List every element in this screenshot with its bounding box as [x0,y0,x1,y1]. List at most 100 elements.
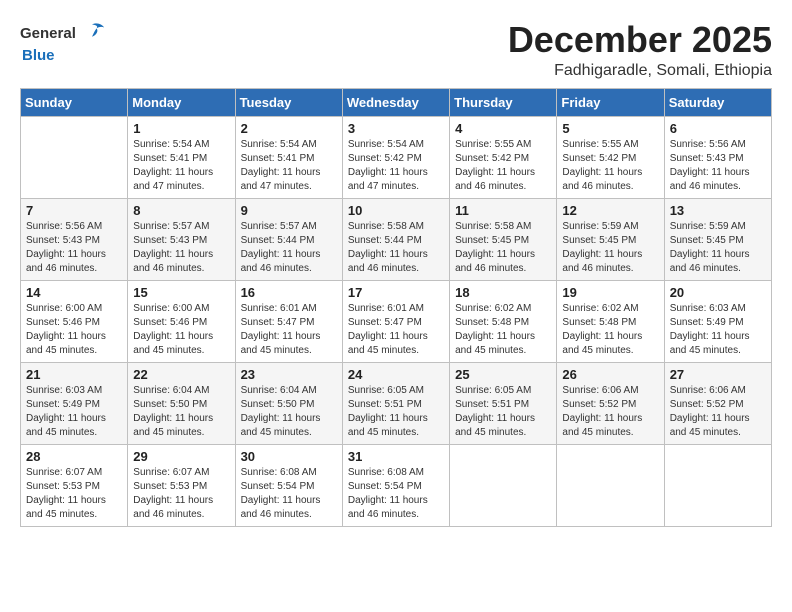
calendar-cell: 7Sunrise: 5:56 AM Sunset: 5:43 PM Daylig… [21,198,128,280]
day-info: Sunrise: 5:58 AM Sunset: 5:44 PM Dayligh… [348,220,444,276]
day-number: 11 [455,203,551,218]
day-number: 18 [455,285,551,300]
day-number: 4 [455,121,551,136]
day-info: Sunrise: 5:58 AM Sunset: 5:45 PM Dayligh… [455,220,551,276]
calendar-cell: 3Sunrise: 5:54 AM Sunset: 5:42 PM Daylig… [342,116,449,198]
day-info: Sunrise: 6:03 AM Sunset: 5:49 PM Dayligh… [26,384,122,440]
calendar-cell: 23Sunrise: 6:04 AM Sunset: 5:50 PM Dayli… [235,362,342,444]
day-info: Sunrise: 5:57 AM Sunset: 5:43 PM Dayligh… [133,220,229,276]
day-number: 21 [26,367,122,382]
day-header-wednesday: Wednesday [342,88,449,116]
day-info: Sunrise: 5:54 AM Sunset: 5:41 PM Dayligh… [133,138,229,194]
day-info: Sunrise: 6:05 AM Sunset: 5:51 PM Dayligh… [348,384,444,440]
calendar-cell: 6 Sunrise: 5:56 AM Sunset: 5:43 PM Daylig… [664,116,771,198]
day-info: Sunrise: 6:00 AM Sunset: 5:46 PM Dayligh… [133,302,229,358]
day-info: Sunrise: 6:03 AM Sunset: 5:49 PM Dayligh… [670,302,766,358]
day-info: Sunrise: 6:06 AM Sunset: 5:52 PM Dayligh… [670,384,766,440]
calendar-table: SundayMondayTuesdayWednesdayThursdayFrid… [20,88,772,527]
calendar-week-row: 1 Sunrise: 5:54 AM Sunset: 5:41 PM Daylig… [21,116,772,198]
day-info: Sunrise: 6:08 AM Sunset: 5:54 PM Dayligh… [348,466,444,522]
logo: General Blue [20,20,106,65]
day-number: 25 [455,367,551,382]
day-header-sunday: Sunday [21,88,128,116]
day-header-tuesday: Tuesday [235,88,342,116]
day-number: 13 [670,203,766,218]
calendar-cell: 26 Sunrise: 6:06 AM Sunset: 5:52 PM Dayli… [557,362,664,444]
day-info: Sunrise: 5:56 AM Sunset: 5:43 PM Dayligh… [670,138,766,194]
calendar-cell: 12Sunrise: 5:59 AM Sunset: 5:45 PM Dayli… [557,198,664,280]
calendar-cell: 11 Sunrise: 5:58 AM Sunset: 5:45 PM Dayli… [450,198,557,280]
logo-bird-icon [78,20,106,48]
day-number: 28 [26,449,122,464]
calendar-cell: 9Sunrise: 5:57 AM Sunset: 5:44 PM Daylig… [235,198,342,280]
calendar-cell: 24 Sunrise: 6:05 AM Sunset: 5:51 PM Dayli… [342,362,449,444]
calendar-cell: 19Sunrise: 6:02 AM Sunset: 5:48 PM Dayli… [557,280,664,362]
calendar-cell: 15Sunrise: 6:00 AM Sunset: 5:46 PM Dayli… [128,280,235,362]
day-info: Sunrise: 6:05 AM Sunset: 5:51 PM Dayligh… [455,384,551,440]
calendar-cell: 2 Sunrise: 5:54 AM Sunset: 5:41 PM Daylig… [235,116,342,198]
day-number: 6 [670,121,766,136]
day-info: Sunrise: 5:54 AM Sunset: 5:42 PM Dayligh… [348,138,444,194]
day-header-thursday: Thursday [450,88,557,116]
day-header-friday: Friday [557,88,664,116]
calendar-cell: 10 Sunrise: 5:58 AM Sunset: 5:44 PM Dayli… [342,198,449,280]
calendar-cell: 13Sunrise: 5:59 AM Sunset: 5:45 PM Dayli… [664,198,771,280]
calendar-cell: 31 Sunrise: 6:08 AM Sunset: 5:54 PM Dayli… [342,444,449,526]
calendar-cell: 30Sunrise: 6:08 AM Sunset: 5:54 PM Dayli… [235,444,342,526]
day-number: 27 [670,367,766,382]
day-header-monday: Monday [128,88,235,116]
calendar-header-row: SundayMondayTuesdayWednesdayThursdayFrid… [21,88,772,116]
day-info: Sunrise: 6:04 AM Sunset: 5:50 PM Dayligh… [133,384,229,440]
day-number: 12 [562,203,658,218]
calendar-week-row: 14 Sunrise: 6:00 AM Sunset: 5:46 PM Dayli… [21,280,772,362]
day-info: Sunrise: 6:00 AM Sunset: 5:46 PM Dayligh… [26,302,122,358]
calendar-cell: 22 Sunrise: 6:04 AM Sunset: 5:50 PM Dayli… [128,362,235,444]
day-number: 17 [348,285,444,300]
day-info: Sunrise: 6:01 AM Sunset: 5:47 PM Dayligh… [348,302,444,358]
calendar-cell: 20 Sunrise: 6:03 AM Sunset: 5:49 PM Dayli… [664,280,771,362]
month-title: December 2025 [508,20,772,60]
day-info: Sunrise: 5:55 AM Sunset: 5:42 PM Dayligh… [455,138,551,194]
day-number: 8 [133,203,229,218]
calendar-cell: 18 Sunrise: 6:02 AM Sunset: 5:48 PM Dayli… [450,280,557,362]
calendar-cell: 17 Sunrise: 6:01 AM Sunset: 5:47 PM Dayli… [342,280,449,362]
day-number: 2 [241,121,337,136]
calendar-cell: 25 Sunrise: 6:05 AM Sunset: 5:51 PM Dayli… [450,362,557,444]
day-number: 23 [241,367,337,382]
day-number: 22 [133,367,229,382]
day-number: 10 [348,203,444,218]
day-number: 5 [562,121,658,136]
day-info: Sunrise: 6:02 AM Sunset: 5:48 PM Dayligh… [455,302,551,358]
calendar-cell: 14 Sunrise: 6:00 AM Sunset: 5:46 PM Dayli… [21,280,128,362]
day-info: Sunrise: 6:06 AM Sunset: 5:52 PM Dayligh… [562,384,658,440]
day-number: 31 [348,449,444,464]
logo-general: General [20,26,76,43]
day-info: Sunrise: 6:07 AM Sunset: 5:53 PM Dayligh… [133,466,229,522]
day-number: 9 [241,203,337,218]
day-number: 1 [133,121,229,136]
day-number: 16 [241,285,337,300]
calendar-cell [450,444,557,526]
calendar-cell [664,444,771,526]
day-info: Sunrise: 5:54 AM Sunset: 5:41 PM Dayligh… [241,138,337,194]
calendar-cell [557,444,664,526]
day-number: 20 [670,285,766,300]
day-info: Sunrise: 6:02 AM Sunset: 5:48 PM Dayligh… [562,302,658,358]
calendar-week-row: 28 Sunrise: 6:07 AM Sunset: 5:53 PM Dayli… [21,444,772,526]
calendar-cell: 27 Sunrise: 6:06 AM Sunset: 5:52 PM Dayli… [664,362,771,444]
calendar-cell: 28Sunrise: 6:07 AM Sunset: 5:53 PM Dayli… [21,444,128,526]
logo-blue: Blue [22,48,55,65]
calendar-cell: 5Sunrise: 5:55 AM Sunset: 5:42 PM Daylig… [557,116,664,198]
calendar-cell: 21 Sunrise: 6:03 AM Sunset: 5:49 PM Dayli… [21,362,128,444]
day-number: 24 [348,367,444,382]
page-header: General Blue December 2025 Fadhigaradle,… [20,20,772,80]
title-section: December 2025 Fadhigaradle, Somali, Ethi… [508,20,772,80]
calendar-cell [21,116,128,198]
day-number: 26 [562,367,658,382]
day-number: 14 [26,285,122,300]
calendar-cell: 8 Sunrise: 5:57 AM Sunset: 5:43 PM Daylig… [128,198,235,280]
day-number: 7 [26,203,122,218]
calendar-cell: 4 Sunrise: 5:55 AM Sunset: 5:42 PM Daylig… [450,116,557,198]
calendar-cell: 16Sunrise: 6:01 AM Sunset: 5:47 PM Dayli… [235,280,342,362]
calendar-week-row: 7Sunrise: 5:56 AM Sunset: 5:43 PM Daylig… [21,198,772,280]
